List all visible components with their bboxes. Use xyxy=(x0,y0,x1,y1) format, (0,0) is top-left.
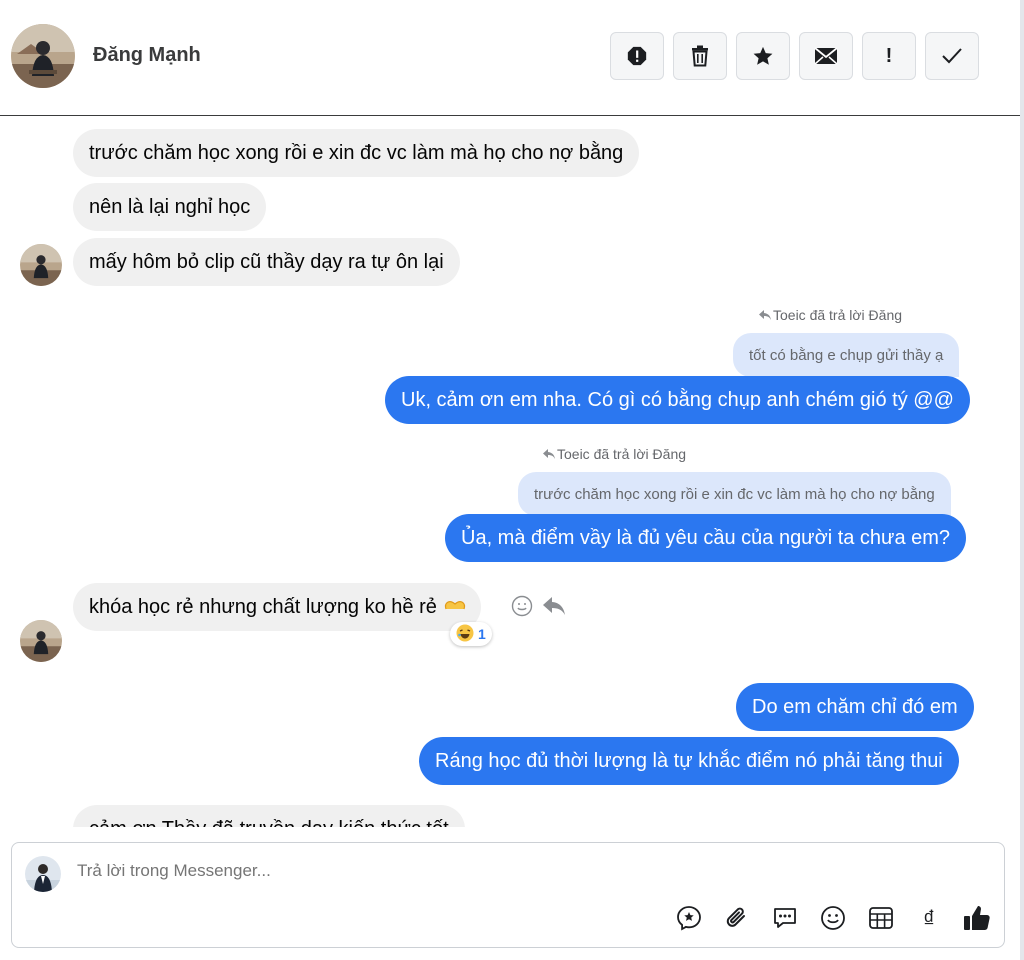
reply-indicator: Toeic đã trả lời Đăng xyxy=(759,307,902,323)
reaction-count: 1 xyxy=(478,626,486,642)
attachment-icon xyxy=(724,905,750,936)
outgoing-message[interactable]: Ủa, mà điểm vầy là đủ yêu cầu của người … xyxy=(445,514,967,562)
appointment-button[interactable] xyxy=(866,905,896,935)
laughing-emoji-icon xyxy=(456,624,474,645)
star-button[interactable] xyxy=(736,32,790,80)
attach-file-button[interactable] xyxy=(722,905,752,935)
thumbs-up-icon xyxy=(963,904,991,937)
incoming-message[interactable]: mấy hôm bỏ clip cũ thầy dạy ra tự ôn lại xyxy=(73,238,460,286)
message-text: khóa học rẻ nhưng chất lượng ko hề rẻ xyxy=(89,595,437,618)
important-button[interactable]: ! xyxy=(862,32,916,80)
incoming-message[interactable]: cảm ơn Thầy đã truyền dạy kiến thức tốt xyxy=(73,805,465,827)
outgoing-message[interactable]: Ráng học đủ thời lượng là tự khắc điểm n… xyxy=(419,737,959,785)
envelope-icon xyxy=(814,47,838,65)
sender-avatar xyxy=(20,620,62,662)
incoming-message[interactable]: khóa học rẻ nhưng chất lượng ko hề rẻ xyxy=(73,583,481,631)
contact-name[interactable]: Đăng Mạnh xyxy=(93,44,201,67)
reply-button[interactable] xyxy=(542,596,566,621)
reply-indicator: Toeic đã trả lời Đăng xyxy=(543,446,686,462)
trash-icon xyxy=(690,45,710,67)
quoted-message[interactable]: tốt có bằng e chụp gửi thầy ạ xyxy=(733,333,960,377)
conversation-header: Đăng Mạnh ! xyxy=(0,0,1020,116)
quick-replies-button[interactable] xyxy=(770,905,800,935)
emoji-button[interactable] xyxy=(818,905,848,935)
like-button[interactable] xyxy=(962,905,992,935)
reply-indicator-text: Toeic đã trả lời Đăng xyxy=(773,307,903,323)
my-avatar xyxy=(25,856,61,892)
reply-arrow-icon xyxy=(759,307,771,323)
saved-replies-button[interactable] xyxy=(674,905,704,935)
incoming-message[interactable]: nên là lại nghỉ học xyxy=(73,183,267,231)
sender-avatar xyxy=(20,244,62,286)
reaction-badge[interactable]: 1 xyxy=(450,622,492,646)
exclamation-icon: ! xyxy=(885,44,893,67)
composer-toolbar: ₫ xyxy=(674,905,992,935)
delete-button[interactable] xyxy=(673,32,727,80)
checkmark-icon xyxy=(941,47,963,65)
table-icon xyxy=(868,905,894,936)
contact-avatar[interactable] xyxy=(11,24,75,88)
add-reaction-button[interactable] xyxy=(511,595,533,622)
reply-indicator-text: Toeic đã trả lời Đăng xyxy=(557,446,687,462)
message-input[interactable] xyxy=(77,861,677,881)
incoming-message[interactable]: trước chăm học xong rồi e xin đc vc làm … xyxy=(73,129,640,177)
star-icon xyxy=(752,45,774,67)
header-actions: ! xyxy=(610,32,979,80)
dong-currency-icon: ₫ xyxy=(922,906,936,933)
outgoing-message[interactable]: Do em chăm chỉ đó em xyxy=(736,683,974,731)
smiley-icon xyxy=(511,595,533,621)
emoji-icon xyxy=(820,905,846,936)
reply-icon xyxy=(542,597,566,620)
spam-report-icon xyxy=(626,45,648,67)
mark-unread-button[interactable] xyxy=(799,32,853,80)
message-thread[interactable]: trước chăm học xong rồi e xin đc vc làm … xyxy=(0,117,1020,827)
chat-bubble-icon xyxy=(772,905,798,936)
reply-arrow-icon xyxy=(543,446,555,462)
saved-reply-icon xyxy=(676,905,702,936)
quoted-message[interactable]: trước chăm học xong rồi e xin đc vc làm … xyxy=(518,472,951,516)
spam-report-button[interactable] xyxy=(610,32,664,80)
heart-hands-icon xyxy=(443,597,467,621)
messenger-conversation: Đăng Mạnh ! trước chăm học xong rồi e xi… xyxy=(0,0,1024,960)
outgoing-message[interactable]: Uk, cảm ơn em nha. Có gì có bằng chụp an… xyxy=(385,376,970,424)
reply-composer: ₫ xyxy=(11,842,1005,948)
payment-button[interactable]: ₫ xyxy=(914,905,944,935)
mark-done-button[interactable] xyxy=(925,32,979,80)
